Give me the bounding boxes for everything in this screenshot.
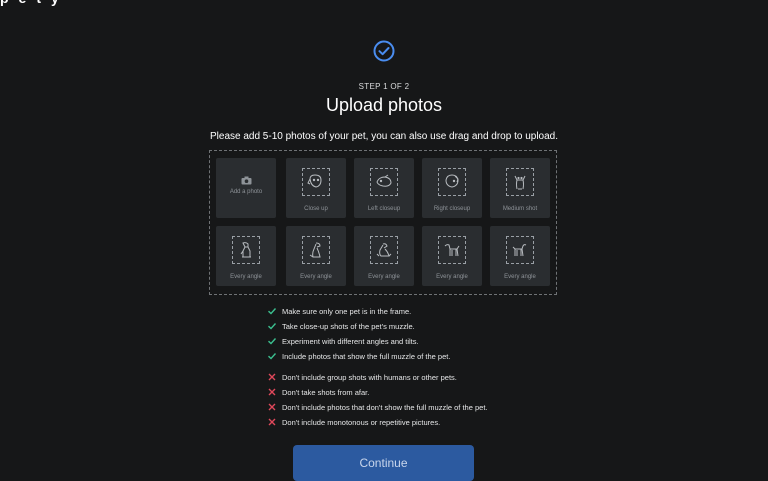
camera-icon	[241, 176, 251, 185]
check-icon	[268, 323, 277, 330]
dog-face-left-icon	[376, 174, 392, 187]
cross-icon	[268, 373, 276, 381]
continue-button[interactable]: Continue	[293, 445, 474, 481]
dont-item: Don't include group shots with humans or…	[267, 370, 457, 384]
top-bar: pety	[0, 0, 768, 8]
cross-icon	[268, 403, 276, 411]
tile-label: Every angle	[300, 274, 332, 280]
add-photo-tile[interactable]: Add a photo	[216, 158, 276, 218]
page-title: Upload photos	[325, 95, 443, 115]
dog-front-icon	[514, 175, 526, 190]
tile-label: Close up	[304, 206, 328, 212]
photo-slot-close-up[interactable]: Close up	[286, 158, 346, 218]
dog-lying-icon	[376, 243, 392, 257]
dog-standing-icon	[444, 244, 460, 257]
tile-label: Every angle	[230, 274, 262, 280]
step-check-icon	[373, 40, 395, 62]
tile-label: Add a photo	[229, 189, 263, 195]
tile-label: Medium shot	[502, 206, 538, 212]
dog-standing-side-icon	[512, 244, 527, 257]
tile-label: Every angle	[436, 274, 468, 280]
do-item: Include photos that show the full muzzle…	[267, 349, 450, 363]
dog-sitting-side-icon	[309, 242, 321, 258]
check-icon	[268, 308, 277, 315]
photo-slot-every-angle[interactable]: Every angle	[422, 226, 482, 286]
cross-icon	[268, 388, 276, 396]
photo-slot-right-closeup[interactable]: Right closeup	[422, 158, 482, 218]
app-logo[interactable]: pety	[0, 0, 80, 5]
do-item: Experiment with different angles and til…	[267, 334, 419, 348]
photo-slot-medium-shot[interactable]: Medium shot	[490, 158, 550, 218]
dont-item: Don't include photos that don't show the…	[267, 400, 488, 414]
check-icon	[268, 353, 277, 360]
dog-sitting-icon	[240, 242, 251, 258]
do-item: Make sure only one pet is in the frame.	[267, 304, 411, 318]
photo-slot-every-angle[interactable]: Every angle	[490, 226, 550, 286]
photo-slot-every-angle[interactable]: Every angle	[286, 226, 346, 286]
dog-face-right-icon	[445, 174, 459, 188]
tile-label: Every angle	[368, 274, 400, 280]
dont-item: Don't take shots from afar.	[267, 385, 369, 399]
cross-icon	[268, 418, 276, 426]
photo-slot-every-angle[interactable]: Every angle	[216, 226, 276, 286]
step-indicator: STEP 1 OF 2	[358, 82, 410, 91]
dog-face-icon	[307, 174, 322, 188]
tile-label: Every angle	[504, 274, 536, 280]
tile-label: Right closeup	[433, 206, 471, 212]
page-subtitle: Please add 5-10 photos of your pet, you …	[209, 131, 559, 142]
do-item: Take close-up shots of the pet's muzzle.	[267, 319, 415, 333]
photo-slot-every-angle[interactable]: Every angle	[354, 226, 414, 286]
tile-label: Left closeup	[367, 206, 401, 212]
dont-item: Don't include monotonous or repetitive p…	[267, 415, 440, 429]
check-icon	[268, 338, 277, 345]
photo-slot-left-closeup[interactable]: Left closeup	[354, 158, 414, 218]
